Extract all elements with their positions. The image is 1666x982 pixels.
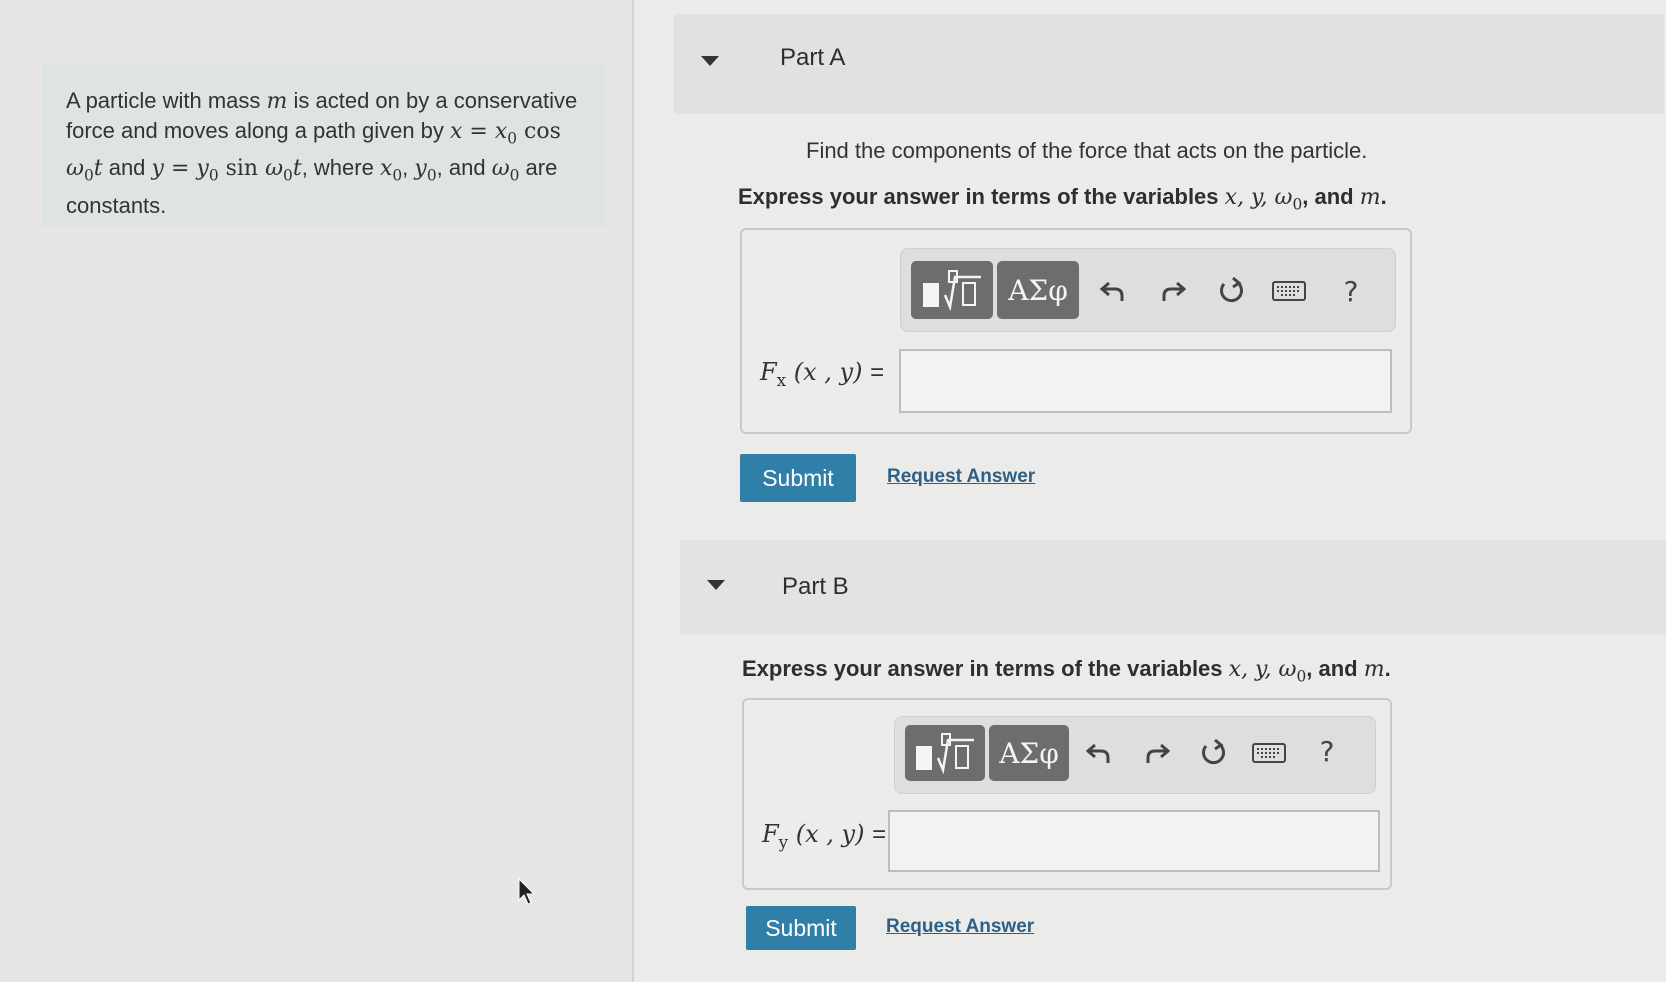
express-var-m: m	[1363, 657, 1385, 682]
part-a-express: Express your answer in terms of the vari…	[738, 184, 1387, 213]
math-y: y = y	[151, 156, 209, 182]
math-sub: 0	[426, 166, 437, 185]
express-var-m: m	[1359, 185, 1381, 210]
label-args: (x , y)	[788, 820, 873, 848]
part-a-title: Part A	[780, 44, 846, 71]
label-sub: y	[778, 831, 789, 852]
part-b-answer-box: ΑΣφ ? Fy (x , y) =	[742, 698, 1392, 890]
help-icon[interactable]: ?	[1307, 731, 1347, 771]
problem-panel: A particle with mass m is acted on by a …	[0, 0, 634, 982]
express-text: , and	[1302, 184, 1360, 209]
math-sub: 0	[507, 129, 518, 148]
part-a-header[interactable]: Part A	[674, 14, 1664, 114]
collapse-caret-icon[interactable]	[701, 56, 719, 66]
redo-icon[interactable]	[1153, 271, 1193, 311]
problem-text: and	[102, 155, 152, 181]
problem-statement: A particle with mass m is acted on by a …	[42, 64, 605, 227]
undo-icon[interactable]	[1079, 733, 1119, 773]
redo-icon[interactable]	[1137, 733, 1177, 773]
math-y0: y	[414, 156, 427, 182]
part-a-answer-box: ΑΣφ ? Fx (x , y) =	[740, 228, 1412, 434]
keyboard-icon[interactable]	[1269, 271, 1309, 311]
express-vars: x, y, ω	[1228, 657, 1297, 682]
part-a-answer-input[interactable]	[899, 349, 1392, 413]
express-text: .	[1384, 656, 1391, 681]
math-omega: ω	[265, 156, 284, 182]
label-sub: x	[776, 369, 787, 390]
math-sub: 0	[83, 166, 94, 185]
math-t: t	[292, 156, 302, 182]
problem-text: ,	[402, 155, 415, 181]
math-sin: sin	[218, 156, 266, 182]
undo-icon[interactable]	[1093, 271, 1133, 311]
label-args: (x , y)	[786, 358, 871, 386]
help-icon[interactable]: ?	[1331, 271, 1371, 311]
label-f: F	[760, 358, 777, 386]
reset-icon[interactable]	[1193, 733, 1233, 773]
problem-text: A particle with mass	[66, 88, 267, 113]
part-a-math-toolbar: ΑΣφ ?	[900, 248, 1396, 332]
part-b-request-answer-link[interactable]: Request Answer	[886, 916, 1034, 938]
greek-letters-icon[interactable]: ΑΣφ	[997, 261, 1079, 319]
part-a-question: Find the components of the force that ac…	[806, 138, 1368, 163]
express-text: .	[1380, 184, 1387, 209]
math-omega: ω	[66, 156, 84, 182]
part-b-title: Part B	[782, 573, 849, 600]
problem-text: , and	[436, 155, 492, 181]
keyboard-icon[interactable]	[1249, 733, 1289, 773]
parts-panel: Part A Find the components of the force …	[634, 0, 1666, 982]
label-f: F	[762, 820, 779, 848]
part-b-submit-button[interactable]: Submit	[746, 906, 856, 950]
express-vars: x, y, ω	[1224, 185, 1293, 210]
problem-text: , where	[301, 155, 380, 181]
express-text: Express your answer in terms of the vari…	[742, 656, 1229, 681]
part-a-submit-button[interactable]: Submit	[740, 454, 856, 502]
math-t: t	[93, 156, 103, 182]
math-sub: 0	[283, 166, 293, 185]
math-x0: x	[379, 156, 393, 182]
part-a-request-answer-link[interactable]: Request Answer	[887, 466, 1035, 488]
templates-icon[interactable]	[911, 261, 993, 319]
math-omega0: ω	[491, 156, 510, 182]
part-b-header[interactable]: Part B	[680, 540, 1666, 634]
math-cos: cos	[517, 119, 561, 144]
reset-icon[interactable]	[1211, 271, 1251, 311]
part-a-equation-label: Fx (x , y) =	[760, 358, 884, 390]
label-equals: =	[870, 359, 885, 386]
collapse-caret-icon[interactable]	[707, 580, 725, 590]
math-sub: 0	[392, 166, 403, 185]
part-b-math-toolbar: ΑΣφ ?	[894, 716, 1376, 794]
express-sub: 0	[1292, 195, 1303, 214]
express-text: Express your answer in terms of the vari…	[738, 184, 1225, 209]
part-b-equation-label: Fy (x , y) =	[762, 820, 886, 852]
express-text: , and	[1306, 656, 1364, 681]
var-m: m	[266, 89, 288, 114]
part-b-express: Express your answer in terms of the vari…	[742, 656, 1391, 685]
templates-icon[interactable]	[905, 725, 985, 781]
express-sub: 0	[1296, 667, 1307, 686]
math-sub: 0	[208, 166, 219, 185]
math-x: x = x	[450, 119, 508, 144]
label-equals: =	[872, 821, 887, 848]
mouse-cursor-icon	[518, 878, 536, 905]
part-b-answer-input[interactable]	[888, 810, 1380, 872]
greek-letters-icon[interactable]: ΑΣφ	[989, 725, 1069, 781]
math-sub: 0	[509, 166, 520, 185]
